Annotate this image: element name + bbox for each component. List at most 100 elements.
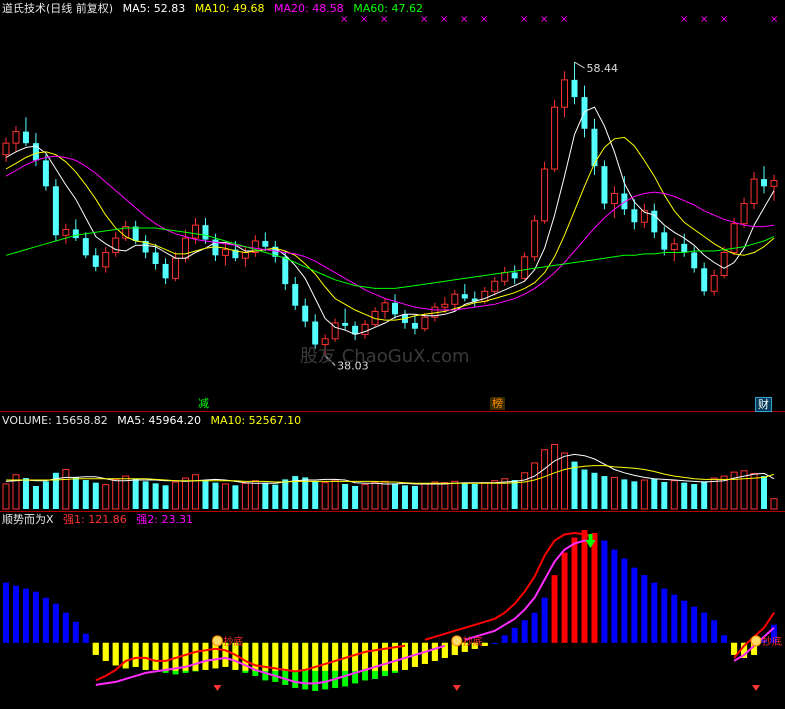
volume-bar-up	[2, 483, 10, 510]
indicator-neutral-bar	[282, 642, 289, 671]
indicator-bar	[571, 537, 578, 643]
candle-body-up	[481, 290, 489, 302]
indicator-neutral-bar	[112, 642, 119, 666]
tag-b[interactable]: 榜	[490, 397, 505, 410]
volume-bar-up	[640, 479, 648, 510]
indicator-neutral-bar	[362, 642, 369, 671]
volume-bar-down	[511, 480, 518, 509]
volume-indicator-separator	[0, 511, 785, 512]
ma5-label: MA5: 52.83	[122, 2, 186, 15]
candle-body-down	[202, 225, 209, 240]
volume-bar-down	[352, 485, 359, 509]
volume-bar-down	[651, 478, 658, 509]
candle-body-down	[411, 322, 418, 329]
volume-bar-up	[670, 480, 678, 510]
indicator-neutral-bar	[302, 642, 309, 671]
indicator-neutral-bar	[152, 642, 159, 670]
indicator-neutral-bar	[441, 642, 448, 658]
indicator-bar	[551, 575, 558, 643]
indicator-bar	[661, 588, 668, 643]
buy-arrow-icon	[213, 684, 222, 691]
volume-bar-up	[102, 484, 110, 510]
indicator-neutral-bar	[382, 642, 389, 671]
signal-mark: ×	[520, 14, 528, 25]
candle-body-down	[681, 243, 688, 253]
indicator-bar	[521, 620, 528, 643]
tag-c[interactable]: 财	[755, 397, 772, 412]
indicator-neutral-bar	[292, 642, 299, 671]
volume-bar-down	[152, 483, 159, 509]
volume-bar-down	[162, 485, 169, 509]
buy-arrow-icon	[452, 684, 461, 691]
ma20-label: MA20: 48.58	[274, 2, 344, 15]
candle-body-up	[561, 79, 569, 108]
volume-bar-up	[481, 482, 489, 510]
candle-body-down	[152, 252, 159, 264]
indicator-bar	[62, 612, 69, 643]
volume-bar-up	[381, 480, 389, 510]
volume-bar-down	[631, 481, 638, 509]
volume-bar-up	[541, 449, 549, 510]
volume-bar-up	[421, 483, 429, 510]
indicator-neutral-bar	[272, 642, 279, 671]
volume-bar-down	[401, 485, 408, 509]
candle-body-down	[282, 256, 289, 285]
volume-bar-down	[661, 482, 668, 509]
strength1-label: 强1: 121.86	[63, 513, 127, 526]
volume-bar-down	[262, 482, 269, 509]
indicator-bar	[82, 633, 89, 643]
indicator-bar	[581, 530, 588, 643]
signal-mark: ×	[700, 14, 708, 25]
signal-mark: ×	[540, 14, 548, 25]
volume-bar-down	[272, 484, 279, 509]
indicator-neutral-bar	[102, 642, 109, 661]
indicator-bar	[591, 533, 598, 643]
candle-body-up	[531, 220, 539, 258]
candle-body-up	[750, 178, 758, 205]
bottom-bag-icon	[451, 635, 463, 647]
volume-bar-down	[202, 480, 209, 509]
volume-bar-down	[691, 483, 698, 509]
candle-body-up	[770, 180, 778, 187]
volume-bar-up	[710, 477, 718, 510]
volume-bar-up	[172, 481, 180, 510]
volume-bar-down	[302, 477, 309, 509]
ma10-label: MA10: 49.68	[194, 2, 265, 15]
bottom-label-3: 抄底	[762, 635, 782, 648]
price-title: 道氏技术(日线 前复权)	[2, 2, 114, 15]
indicator-bar	[671, 594, 678, 643]
indicator-bar	[22, 588, 29, 643]
candle-body-up	[441, 303, 449, 308]
volume-bar-down	[32, 485, 39, 509]
candle-body-up	[102, 251, 110, 268]
bottom-label-1: 抄底	[223, 635, 243, 648]
volume-bar-down	[42, 481, 49, 509]
volume-bar-up	[241, 482, 249, 510]
volume-bar-down	[132, 478, 139, 509]
indicator-bar	[541, 597, 548, 643]
candle-body-down	[761, 179, 768, 187]
tag-a[interactable]: 减	[196, 397, 211, 410]
signal-mark: ×	[720, 14, 728, 25]
candle-body-down	[162, 263, 169, 279]
volume-header: VOLUME: 15658.82 MA5: 45964.20 MA10: 525…	[2, 414, 307, 428]
indicator-bar	[501, 635, 508, 643]
watermark: 股友 ChaoGuX.com	[300, 346, 470, 367]
volume-bar-down	[232, 485, 239, 509]
volume-bar-down	[82, 480, 89, 509]
volume-bar-down	[701, 481, 708, 509]
indicator-bar	[72, 621, 79, 643]
volume-bar-down	[22, 478, 29, 509]
indicator-bar	[42, 597, 49, 643]
candle-body-up	[62, 228, 70, 236]
candle-body-down	[132, 226, 139, 241]
indicator-neutral-bar	[212, 642, 219, 669]
volume-bar-up	[491, 480, 499, 510]
volume-bar-up	[441, 482, 449, 510]
candle-body-up	[551, 106, 559, 170]
indicator-neutral-bar	[92, 642, 99, 655]
volume-bar-down	[72, 477, 79, 509]
indicator-neutral-bar	[122, 642, 129, 669]
volume-bar-up	[62, 469, 70, 510]
volume-title: VOLUME: 15658.82	[2, 414, 108, 427]
